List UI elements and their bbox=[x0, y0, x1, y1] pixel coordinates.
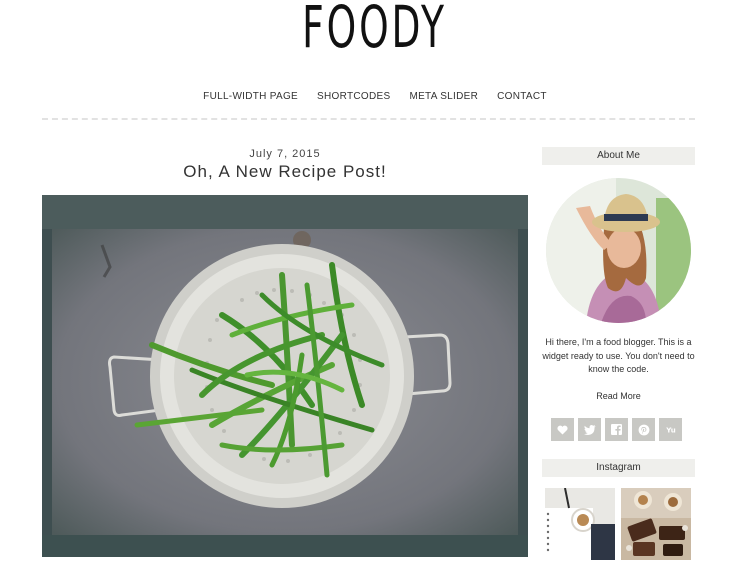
instagram-photo[interactable] bbox=[621, 488, 691, 560]
author-avatar[interactable] bbox=[546, 178, 691, 323]
heart-icon[interactable] bbox=[551, 418, 574, 441]
nav-divider bbox=[42, 118, 695, 120]
twitter-icon[interactable] bbox=[578, 418, 601, 441]
pinterest-icon[interactable] bbox=[632, 418, 655, 441]
author-bio: Hi there, I'm a food blogger. This is a … bbox=[542, 337, 695, 374]
nav-item-meta-slider[interactable]: META SLIDER bbox=[409, 91, 478, 102]
post-date: July 7, 2015 bbox=[249, 148, 321, 160]
about-me-heading: About Me bbox=[542, 147, 695, 165]
notebook-coffee-photo bbox=[545, 488, 615, 560]
facebook-icon[interactable] bbox=[605, 418, 628, 441]
author-photo bbox=[546, 178, 691, 323]
site-logo-text: FOODY bbox=[302, 0, 448, 61]
instagram-photo[interactable] bbox=[545, 488, 615, 560]
instagram-heading: Instagram bbox=[542, 459, 695, 477]
svg-text:Yu: Yu bbox=[665, 426, 676, 434]
nav-item-full-width-page[interactable]: FULL-WIDTH PAGE bbox=[203, 91, 298, 102]
yummly-icon[interactable]: Yu bbox=[659, 418, 682, 441]
read-more-link[interactable]: Read More bbox=[542, 391, 695, 401]
nav-item-contact[interactable]: CONTACT bbox=[497, 91, 547, 102]
post-title[interactable]: Oh, A New Recipe Post! bbox=[42, 162, 528, 182]
social-icons: Yu bbox=[551, 418, 682, 441]
main-nav: FULL-WIDTH PAGE SHORTCODES META SLIDER C… bbox=[0, 91, 750, 102]
nav-item-shortcodes[interactable]: SHORTCODES bbox=[317, 91, 390, 102]
site-logo[interactable]: FOODY bbox=[0, 0, 750, 56]
green-beans-colander-photo bbox=[42, 195, 528, 557]
chocolate-desserts-photo bbox=[621, 488, 691, 560]
post-featured-image[interactable] bbox=[42, 195, 528, 557]
